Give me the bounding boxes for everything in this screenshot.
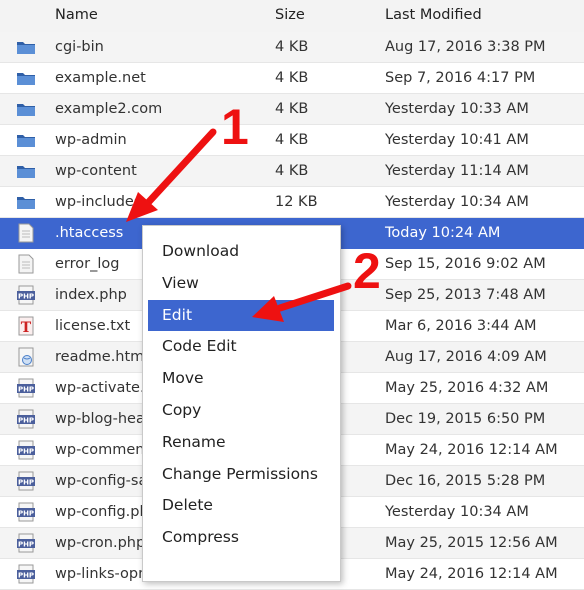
file-size: 12 KB [275, 194, 318, 210]
php-file-icon: PHP [16, 502, 36, 522]
file-row[interactable]: wp-content 4 KB Yesterday 11:14 AM [0, 156, 584, 187]
file-row[interactable]: example2.com 4 KB Yesterday 10:33 AM [0, 94, 584, 125]
file-name: index.php [55, 287, 127, 303]
php-file-icon: PHP [16, 471, 36, 491]
file-row[interactable]: wp-admin 4 KB Yesterday 10:41 AM [0, 125, 584, 156]
menu-item-download[interactable]: Download [148, 236, 334, 267]
file-row[interactable]: wp-includes 12 KB Yesterday 10:34 AM [0, 187, 584, 218]
file-modified: Dec 19, 2015 6:50 PM [385, 411, 546, 427]
file-modified: Mar 6, 2016 3:44 AM [385, 318, 537, 334]
php-file-icon: PHP [16, 564, 36, 584]
file-modified: Yesterday 10:34 AM [385, 504, 529, 520]
file-name: wp-content [55, 163, 137, 179]
file-name: wp-cron.php [55, 535, 146, 551]
file-size: 4 KB [275, 70, 309, 86]
file-name: wp-admin [55, 132, 127, 148]
file-size: 4 KB [275, 101, 309, 117]
context-menu: Download View Edit Code Edit Move Copy Rename C… [142, 225, 341, 582]
menu-item-copy[interactable]: Copy [148, 395, 334, 426]
file-name: .htaccess [55, 225, 124, 241]
file-row[interactable]: cgi-bin 4 KB Aug 17, 2016 3:38 PM [0, 32, 584, 63]
php-file-icon: PHP [16, 440, 36, 460]
file-modified: May 24, 2016 12:14 AM [385, 442, 558, 458]
file-modified: Aug 17, 2016 3:38 PM [385, 39, 546, 55]
file-name: wp-comment [55, 442, 151, 458]
php-file-icon: PHP [16, 409, 36, 429]
file-row[interactable]: example.net 4 KB Sep 7, 2016 4:17 PM [0, 63, 584, 94]
menu-item-move[interactable]: Move [148, 363, 334, 394]
file-name: wp-includes [55, 194, 142, 210]
file-modified: Sep 7, 2016 4:17 PM [385, 70, 536, 86]
svg-text:PHP: PHP [18, 448, 34, 456]
file-modified: Aug 17, 2016 4:09 AM [385, 349, 547, 365]
menu-item-rename[interactable]: Rename [148, 427, 334, 458]
file-modified: May 25, 2016 4:32 AM [385, 380, 549, 396]
menu-item-edit[interactable]: Edit [148, 299, 334, 331]
menu-item-change-permissions[interactable]: Change Permissions [148, 459, 334, 490]
file-name: example2.com [55, 101, 163, 117]
size-column-header[interactable]: Size [275, 7, 305, 23]
folder-icon [16, 130, 36, 150]
menu-item-compress[interactable]: Compress [148, 522, 334, 553]
file-name: wp-activate.p [55, 380, 154, 396]
text-file-icon [16, 223, 36, 243]
annotation-number-1: 1 [221, 99, 249, 155]
file-modified: May 24, 2016 12:14 AM [385, 566, 558, 582]
file-name: readme.html [55, 349, 149, 365]
svg-text:PHP: PHP [18, 293, 34, 301]
file-size: 4 KB [275, 132, 309, 148]
file-modified: Yesterday 10:41 AM [385, 132, 529, 148]
file-modified: Yesterday 11:14 AM [385, 163, 529, 179]
menu-item-delete[interactable]: Delete [148, 490, 334, 521]
modified-column-header[interactable]: Last Modified [385, 7, 482, 23]
file-name: cgi-bin [55, 39, 104, 55]
file-modified: May 25, 2015 12:56 AM [385, 535, 558, 551]
file-modified: Yesterday 10:34 AM [385, 194, 529, 210]
folder-icon [16, 99, 36, 119]
txt-file-icon: T [16, 316, 36, 336]
file-size: 4 KB [275, 39, 309, 55]
svg-text:PHP: PHP [18, 417, 34, 425]
file-name: wp-config.ph [55, 504, 149, 520]
php-file-icon: PHP [16, 285, 36, 305]
svg-text:PHP: PHP [18, 386, 34, 394]
php-file-icon: PHP [16, 533, 36, 553]
svg-text:PHP: PHP [18, 572, 34, 580]
file-modified: Yesterday 10:33 AM [385, 101, 529, 117]
svg-text:PHP: PHP [18, 510, 34, 518]
svg-text:T: T [21, 320, 32, 336]
file-modified: Sep 15, 2016 9:02 AM [385, 256, 546, 272]
file-size: 4 KB [275, 163, 309, 179]
file-name: example.net [55, 70, 146, 86]
folder-icon [16, 161, 36, 181]
file-name: license.txt [55, 318, 131, 334]
html-file-icon [16, 347, 36, 367]
column-header: Name Size Last Modified [0, 0, 584, 33]
menu-item-view[interactable]: View [148, 268, 334, 299]
folder-icon [16, 37, 36, 57]
svg-text:PHP: PHP [18, 479, 34, 487]
file-modified: Sep 25, 2013 7:48 AM [385, 287, 546, 303]
annotation-number-2: 2 [353, 243, 381, 299]
file-name: wp-blog-hea [55, 411, 145, 427]
file-name: wp-config-sa [55, 473, 148, 489]
folder-icon [16, 192, 36, 212]
php-file-icon: PHP [16, 378, 36, 398]
svg-text:PHP: PHP [18, 541, 34, 549]
file-modified: Dec 16, 2015 5:28 PM [385, 473, 546, 489]
menu-item-code-edit[interactable]: Code Edit [148, 331, 334, 362]
text-file-icon [16, 254, 36, 274]
name-column-header[interactable]: Name [55, 7, 98, 23]
file-modified: Today 10:24 AM [385, 225, 501, 241]
folder-icon [16, 68, 36, 88]
file-name: error_log [55, 256, 120, 272]
